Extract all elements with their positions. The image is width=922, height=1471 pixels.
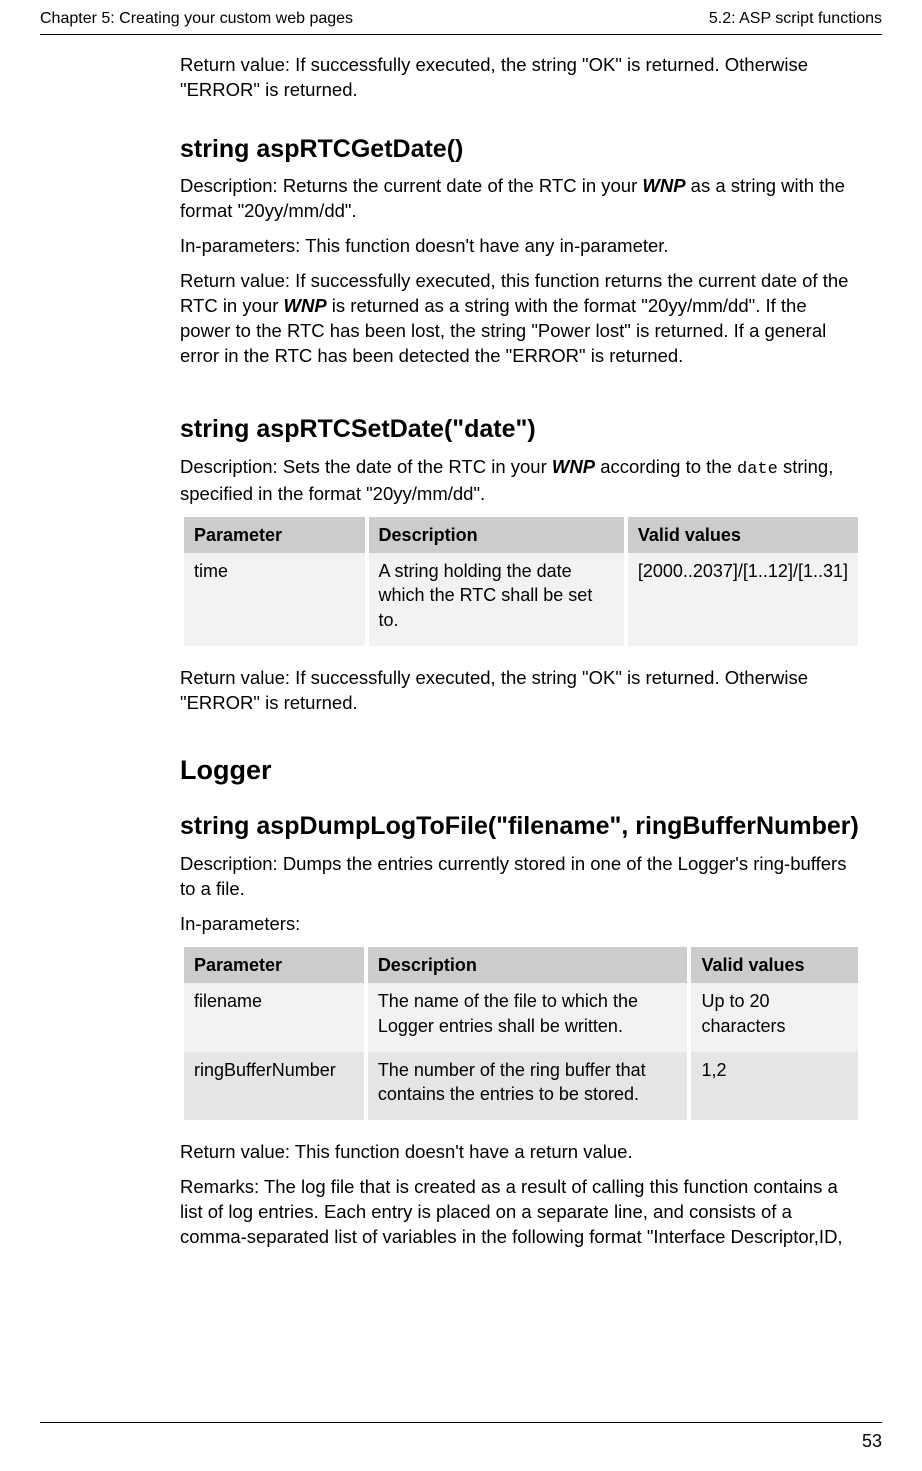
header-right: 5.2: ASP script functions	[709, 8, 882, 30]
page-header: Chapter 5: Creating your custom web page…	[40, 0, 882, 35]
code-date: date	[737, 460, 778, 479]
wnp-text: WNP	[642, 175, 685, 196]
table-row: filename The name of the file to which t…	[184, 983, 858, 1052]
s3-param-table: Parameter Description Valid values filen…	[180, 947, 862, 1120]
main-content: Return value: If successfully executed, …	[180, 53, 862, 1251]
th-valid-values: Valid values	[691, 947, 858, 983]
td-param: ringBufferNumber	[184, 1052, 364, 1121]
th-description: Description	[369, 517, 624, 553]
s3-description: Description: Dumps the entries currently…	[180, 852, 862, 902]
th-parameter: Parameter	[184, 517, 365, 553]
td-param: time	[184, 553, 365, 646]
table-row: time A string holding the date which the…	[184, 553, 858, 646]
td-valid: Up to 20 characters	[691, 983, 858, 1052]
th-parameter: Parameter	[184, 947, 364, 983]
td-valid: [2000..2037]/[1..12]/[1..31]	[628, 553, 858, 646]
heading-aspDumpLogToFile: string aspDumpLogToFile("filename", ring…	[180, 810, 862, 844]
heading-aspRTCGetDate: string aspRTCGetDate()	[180, 133, 862, 167]
wnp-text: WNP	[552, 456, 595, 477]
intro-return-value: Return value: If successfully executed, …	[180, 53, 862, 103]
s2-description: Description: Sets the date of the RTC in…	[180, 455, 862, 507]
page-footer: 53	[40, 1422, 882, 1453]
table-header-row: Parameter Description Valid values	[184, 947, 858, 983]
s3-return: Return value: This function doesn't have…	[180, 1140, 862, 1165]
s2-return: Return value: If successfully executed, …	[180, 666, 862, 716]
s1-inparams: In-parameters: This function doesn't hav…	[180, 234, 862, 259]
table-header-row: Parameter Description Valid values	[184, 517, 858, 553]
page-number: 53	[862, 1431, 882, 1451]
td-valid: 1,2	[691, 1052, 858, 1121]
s2-param-table: Parameter Description Valid values time …	[180, 517, 862, 646]
s3-inparams: In-parameters:	[180, 912, 862, 937]
s3-remarks: Remarks: The log file that is created as…	[180, 1175, 862, 1250]
header-left: Chapter 5: Creating your custom web page…	[40, 8, 353, 30]
heading-aspRTCSetDate: string aspRTCSetDate("date")	[180, 413, 862, 447]
td-desc: A string holding the date which the RTC …	[369, 553, 624, 646]
table-row: ringBufferNumber The number of the ring …	[184, 1052, 858, 1121]
th-description: Description	[368, 947, 688, 983]
wnp-text: WNP	[284, 295, 327, 316]
td-desc: The number of the ring buffer that conta…	[368, 1052, 688, 1121]
td-param: filename	[184, 983, 364, 1052]
td-desc: The name of the file to which the Logger…	[368, 983, 688, 1052]
s1-description: Description: Returns the current date of…	[180, 174, 862, 224]
s1-return: Return value: If successfully executed, …	[180, 269, 862, 369]
heading-logger: Logger	[180, 752, 862, 788]
th-valid-values: Valid values	[628, 517, 858, 553]
